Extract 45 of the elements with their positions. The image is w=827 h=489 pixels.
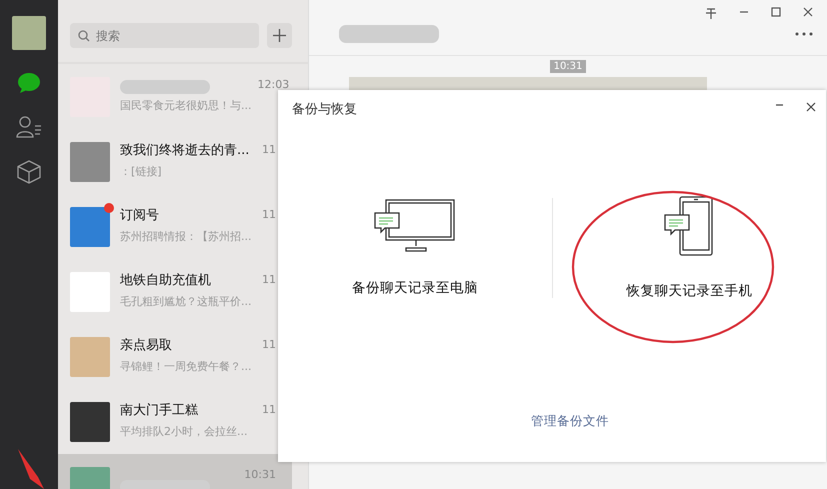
chat-name: 南大门手工糕 <box>120 403 199 420</box>
chat-name: 亲点易取 <box>120 338 173 356</box>
contacts-icon[interactable] <box>16 116 42 138</box>
message-time: 11 <box>262 143 276 156</box>
message-time: 11 <box>262 208 276 221</box>
monitor-icon <box>374 199 456 253</box>
dialog-title: 备份与恢复 <box>292 101 357 118</box>
message-time: 11 <box>262 273 276 286</box>
chat-name: 订阅号 <box>120 208 160 226</box>
chat-item[interactable]: 致我们终将逝去的青... ：[链接] 11 <box>58 129 292 194</box>
add-button[interactable] <box>267 23 292 48</box>
avatar-picture <box>70 336 110 376</box>
close-icon[interactable] <box>806 102 816 112</box>
message-time: 11 <box>262 403 276 416</box>
message-preview: 寻锦鲤！一周免费午餐？... <box>120 360 252 375</box>
maximize-icon[interactable] <box>771 7 781 17</box>
cube-icon[interactable] <box>17 160 41 184</box>
chat-item[interactable]: 南大门手工糕 平均排队2小时，会拉丝... 11 <box>58 389 292 454</box>
chat-item[interactable]: 亲点易取 寻锦鲤！一周免费午餐？... 11 <box>58 324 292 389</box>
search-icon <box>78 30 90 42</box>
option-button[interactable]: 恢复聊天记录至手机 <box>552 196 826 300</box>
avatar-picture <box>70 402 110 442</box>
chat-name: 地铁自助充值机 <box>120 273 212 290</box>
message-preview: 苏州招聘情报：【苏州招... <box>120 230 252 245</box>
avatar-picture <box>70 142 110 182</box>
chat-bubble-icon[interactable] <box>17 72 41 94</box>
search-field[interactable]: 搜索 <box>70 23 259 48</box>
message-time: 10:31 <box>244 468 276 481</box>
message-time: 10:31 <box>550 60 586 73</box>
arrow-drawing <box>16 449 46 489</box>
message-preview: ：[链接] <box>120 165 163 180</box>
message-preview: 毛孔粗到尴尬？这瓶平价... <box>120 295 252 310</box>
avatar-picture <box>70 206 110 246</box>
message-time: 12:03 <box>258 78 290 91</box>
message-preview: 国民零食元老很奶思！与... <box>120 98 252 114</box>
message-preview: 平均排队2小时，会拉丝... <box>120 425 248 440</box>
plus-icon <box>273 29 286 42</box>
chat-name: 致我们终将逝去的青... <box>120 143 250 160</box>
avatar-picture <box>70 272 110 312</box>
pin-icon[interactable] <box>705 7 717 19</box>
manage-backups-link[interactable]: 管理备份文件 <box>531 413 609 430</box>
close-icon[interactable] <box>803 7 813 17</box>
message-time: 11 <box>262 338 276 351</box>
more-icon[interactable] <box>795 32 813 36</box>
phone-icon <box>664 196 714 256</box>
